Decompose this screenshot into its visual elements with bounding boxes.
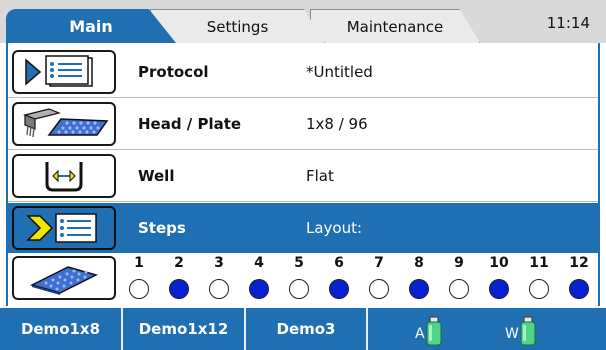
well-column-9-circle[interactable] <box>449 279 469 299</box>
protocol-value: *Untitled <box>306 63 373 81</box>
column-number: 2 <box>174 255 184 271</box>
divider <box>8 201 598 202</box>
bottle-a-icon <box>426 316 442 346</box>
demo3-button[interactable]: Demo3 <box>246 308 368 350</box>
column-number: 12 <box>569 255 589 271</box>
app-window: Maintenance Settings Main 11:14 Protocol… <box>0 0 606 350</box>
well-column-7-circle[interactable] <box>369 279 389 299</box>
well-column-11-circle[interactable] <box>529 279 549 299</box>
protocol-label: Protocol <box>138 63 209 81</box>
bottle-w-letter: W <box>505 326 519 342</box>
bottle-w-icon <box>520 316 536 346</box>
column-number: 3 <box>214 255 224 271</box>
protocol-icon <box>25 55 93 87</box>
well-column-12-circle[interactable] <box>569 279 589 299</box>
demo1x8-label: Demo1x8 <box>20 320 101 338</box>
well-column-5-circle[interactable] <box>289 279 309 299</box>
steps-value: Layout: <box>306 219 363 237</box>
head-plate-icon <box>23 108 109 138</box>
column-number: 1 <box>134 255 144 271</box>
well-column-6-circle[interactable] <box>329 279 349 299</box>
bottle-a-letter: A <box>415 326 425 342</box>
well-column-3-circle[interactable] <box>209 279 229 299</box>
well-value: Flat <box>306 167 334 185</box>
tab-bar: Maintenance Settings Main 11:14 <box>0 0 606 43</box>
divider <box>8 149 598 150</box>
steps-icon <box>26 213 97 243</box>
head-plate-label: Head / Plate <box>138 115 242 133</box>
protocol-row[interactable]: Protocol *Untitled <box>8 47 598 97</box>
steps-label: Steps <box>138 219 186 237</box>
tab-settings[interactable]: Settings <box>150 9 325 43</box>
head-plate-value: 1x8 / 96 <box>306 115 368 133</box>
well-button[interactable] <box>12 154 116 198</box>
column-number: 5 <box>294 255 304 271</box>
clock: 11:14 <box>546 14 590 32</box>
tab-maintenance-label: Maintenance <box>346 17 444 36</box>
head-plate-row[interactable]: Head / Plate 1x8 / 96 <box>8 99 598 149</box>
well-column-numbers: 1 2 3 4 5 6 7 8 9 10 11 12 <box>120 253 598 275</box>
well-column-1-circle[interactable] <box>129 279 149 299</box>
plate-icon <box>29 266 99 295</box>
column-number: 11 <box>529 255 549 271</box>
column-number: 8 <box>414 255 424 271</box>
demo1x12-button[interactable]: Demo1x12 <box>123 308 246 350</box>
tab-main-label: Main <box>69 16 113 36</box>
column-number: 10 <box>489 255 509 271</box>
column-number: 4 <box>254 255 264 271</box>
well-column-8-circle[interactable] <box>409 279 429 299</box>
well-row[interactable]: Well Flat <box>8 151 598 201</box>
column-number: 9 <box>454 255 464 271</box>
bottom-bar: Demo1x8 Demo1x12 Demo3 A W <box>0 308 606 350</box>
demo1x12-label: Demo1x12 <box>138 320 229 338</box>
tab-main[interactable]: Main <box>6 9 176 43</box>
divider <box>8 97 598 98</box>
well-label: Well <box>138 167 175 185</box>
layout-row[interactable]: 1 2 3 4 5 6 7 8 9 10 11 12 <box>8 253 598 303</box>
steps-button[interactable] <box>12 206 116 250</box>
bottle-a[interactable]: A <box>415 314 442 346</box>
well-icon <box>45 162 83 192</box>
protocol-button[interactable] <box>12 50 116 94</box>
tab-settings-label: Settings <box>206 17 269 36</box>
column-number: 7 <box>374 255 384 271</box>
well-column-4-circle[interactable] <box>249 279 269 299</box>
well-column-2-circle[interactable] <box>169 279 189 299</box>
tab-maintenance[interactable]: Maintenance <box>310 9 480 43</box>
demo3-label: Demo3 <box>276 320 336 338</box>
column-number: 6 <box>334 255 344 271</box>
well-column-10-circle[interactable] <box>489 279 509 299</box>
bottle-w[interactable]: W <box>505 314 536 346</box>
demo1x8-button[interactable]: Demo1x8 <box>0 308 123 350</box>
plate-button[interactable] <box>12 256 116 300</box>
head-plate-button[interactable] <box>12 102 116 146</box>
main-panel: Protocol *Untitled Head / Plate 1x8 / 96… <box>6 43 600 306</box>
steps-row[interactable]: Steps Layout: <box>8 203 598 253</box>
